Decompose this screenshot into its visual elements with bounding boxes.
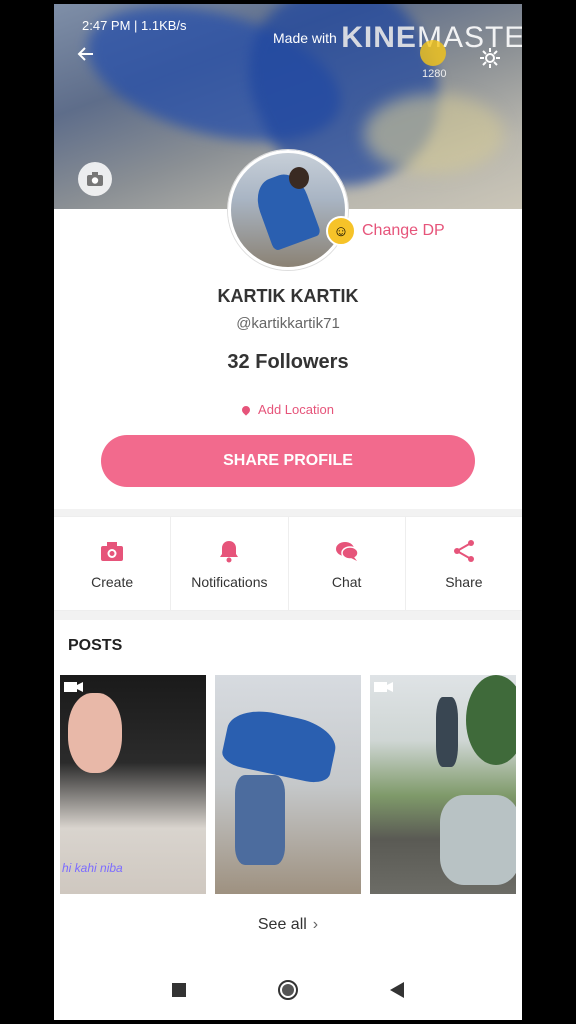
settings-gear-icon[interactable] <box>478 46 502 70</box>
camera-icon <box>101 541 124 561</box>
action-row: Create Notifications Chat Share <box>54 516 522 611</box>
chevron-right-icon: › <box>312 916 319 933</box>
change-dp-button[interactable]: ☺ Change DP <box>326 216 445 246</box>
bell-icon <box>220 540 239 562</box>
video-icon <box>64 682 83 692</box>
android-nav-bar <box>54 960 522 1020</box>
profile-handle: @kartikkartik71 <box>236 315 340 332</box>
camera-icon <box>87 172 103 186</box>
profile-avatar[interactable] <box>228 150 348 270</box>
circle-icon <box>277 980 298 1000</box>
add-location-link[interactable]: Add Location <box>54 402 522 417</box>
emoji-badge-icon <box>420 40 446 66</box>
action-create[interactable]: Create <box>54 517 172 610</box>
header-count: 1280 <box>422 68 447 80</box>
app-screen: 2:47 PM | 1.1KB/s Made with KINEMASTER 1… <box>54 4 522 1020</box>
post-thumbnail[interactable] <box>215 675 361 894</box>
post-thumbnail[interactable] <box>370 675 516 894</box>
see-all-link[interactable]: See all › <box>54 916 522 934</box>
home-button[interactable] <box>277 979 299 1001</box>
smile-emoji-icon: ☺ <box>326 216 356 246</box>
posts-section: POSTS hi kahi niba See all › <box>54 620 522 960</box>
recent-apps-button[interactable] <box>168 979 190 1001</box>
square-icon <box>171 983 186 997</box>
action-chat[interactable]: Chat <box>289 517 406 610</box>
posts-title: POSTS <box>68 637 123 654</box>
post-thumbnail[interactable]: hi kahi niba <box>60 675 206 894</box>
status-bar-time: 2:47 PM | 1.1KB/s <box>82 18 187 33</box>
location-pin-icon <box>240 404 252 416</box>
share-icon <box>453 539 474 562</box>
triangle-back-icon <box>390 982 405 998</box>
change-cover-camera-button[interactable] <box>78 162 112 196</box>
profile-name: KARTIK KARTIK <box>217 286 359 306</box>
video-icon <box>374 682 393 692</box>
chat-icon <box>335 541 359 561</box>
action-notifications[interactable]: Notifications <box>171 517 289 610</box>
action-share[interactable]: Share <box>406 517 522 610</box>
followers-count[interactable]: 32 Followers <box>54 351 522 374</box>
back-button[interactable] <box>386 979 408 1001</box>
share-profile-button[interactable]: SHARE PROFILE <box>101 435 475 487</box>
back-arrow-icon[interactable] <box>76 44 96 70</box>
thumbnail-caption: hi kahi niba <box>62 861 123 875</box>
